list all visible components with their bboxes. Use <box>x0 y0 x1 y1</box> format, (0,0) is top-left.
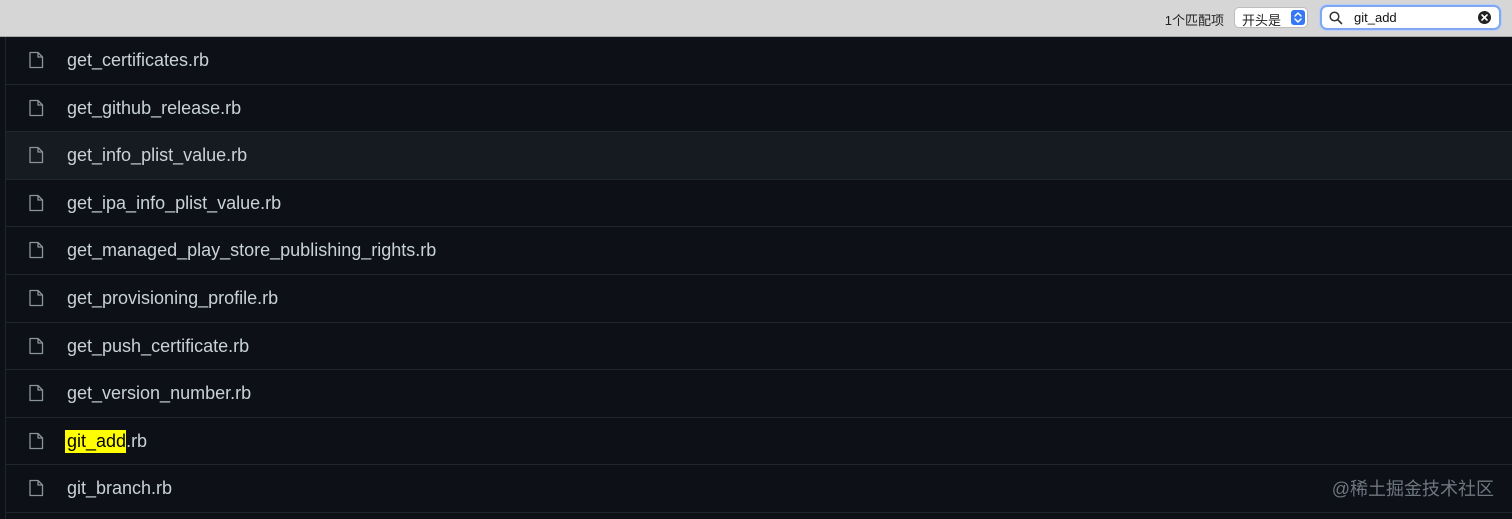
file-link[interactable]: get_version_number.rb <box>67 383 251 404</box>
file-link[interactable]: git_add.rb <box>65 429 148 453</box>
find-input[interactable] <box>1354 9 1474 26</box>
file-icon <box>28 146 44 164</box>
match-mode-label: 开头是 <box>1242 13 1282 28</box>
file-icon <box>28 432 44 450</box>
file-link[interactable]: git_branch.rb <box>67 478 172 499</box>
file-icon <box>28 384 44 402</box>
file-row[interactable]: get_version_number.rb <box>6 370 1512 418</box>
search-icon <box>1329 11 1343 25</box>
file-icon <box>28 51 44 69</box>
file-link[interactable]: get_push_certificate.rb <box>67 336 249 357</box>
file-row[interactable]: get_provisioning_profile.rb <box>6 275 1512 323</box>
file-link[interactable]: get_ipa_info_plist_value.rb <box>67 193 281 214</box>
file-icon <box>28 479 44 497</box>
file-link[interactable]: get_managed_play_store_publishing_rights… <box>67 240 436 261</box>
clear-search-icon[interactable] <box>1477 10 1492 25</box>
file-row[interactable]: get_managed_play_store_publishing_rights… <box>6 227 1512 275</box>
file-row[interactable]: git_add.rb <box>6 418 1512 466</box>
watermark: @稀土掘金技术社区 <box>1331 479 1494 499</box>
file-icon <box>28 289 44 307</box>
file-icon <box>28 194 44 212</box>
file-icon <box>28 337 44 355</box>
file-row[interactable]: get_github_release.rb <box>6 85 1512 133</box>
file-row[interactable]: get_ipa_info_plist_value.rb <box>6 180 1512 228</box>
file-row[interactable]: git_branch.rb <box>6 465 1512 513</box>
search-match-highlight: git_add <box>65 429 127 453</box>
match-count: 1个匹配项 <box>1164 13 1224 28</box>
file-list: get_certificates.rb get_github_release.r… <box>5 37 1512 519</box>
file-row[interactable]: get_push_certificate.rb <box>6 323 1512 371</box>
file-link[interactable]: get_provisioning_profile.rb <box>67 288 278 309</box>
file-link[interactable]: get_github_release.rb <box>67 98 241 119</box>
match-mode-select[interactable]: 开头是 <box>1234 7 1308 28</box>
file-icon <box>28 241 44 259</box>
file-name-rest: .rb <box>126 430 148 451</box>
file-link[interactable]: get_info_plist_value.rb <box>67 145 247 166</box>
file-icon <box>28 99 44 117</box>
file-row[interactable]: get_certificates.rb <box>6 37 1512 85</box>
find-bar: 1个匹配项 开头是 <box>0 0 1512 37</box>
find-search-box[interactable] <box>1320 5 1501 30</box>
file-link[interactable]: get_certificates.rb <box>67 50 209 71</box>
file-row[interactable]: get_info_plist_value.rb <box>6 132 1512 180</box>
up-down-chevron-icon <box>1291 10 1305 25</box>
